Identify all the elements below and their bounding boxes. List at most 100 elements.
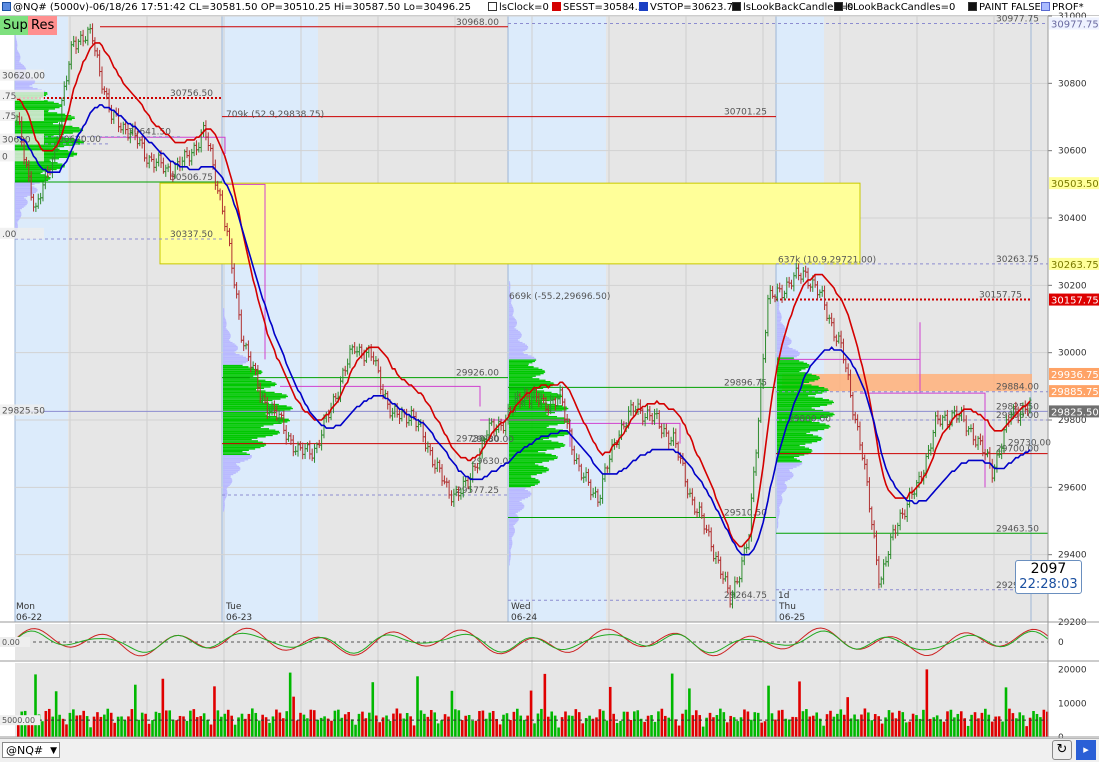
- volume-bar: [987, 714, 991, 737]
- volume-bar: [44, 710, 48, 737]
- volume-bar: [526, 715, 529, 737]
- volume-bar: [781, 709, 784, 737]
- volume-bar: [870, 720, 874, 737]
- volume-bar: [54, 691, 58, 737]
- volume-bar: [767, 685, 770, 737]
- left-label: .00: [2, 230, 17, 240]
- volume-bar: [966, 725, 970, 737]
- volume-bar: [223, 713, 227, 737]
- level-label: 29926.00: [456, 369, 499, 379]
- volume-bar: [849, 718, 853, 737]
- volume-bar: [364, 718, 368, 737]
- scroll-right-icon[interactable]: ▸: [1076, 740, 1096, 760]
- volume-bar: [103, 714, 106, 737]
- volume-bar: [130, 709, 134, 737]
- session-day-label: Tue: [225, 602, 242, 612]
- volume-bar: [423, 713, 426, 737]
- left-label: 30620.00: [2, 72, 45, 82]
- volume-bar: [164, 710, 168, 737]
- volume-bar: [106, 708, 110, 737]
- volume-bar: [619, 720, 622, 737]
- volume-bar: [51, 716, 55, 737]
- volume-bar: [247, 713, 251, 737]
- volume-bar: [158, 712, 161, 737]
- price-badge-label: 30977.75: [1051, 19, 1099, 30]
- volume-bar: [1025, 726, 1028, 737]
- volume-bar: [385, 715, 388, 737]
- price-badge-label: 30263.75: [1051, 260, 1099, 271]
- volume-bar: [488, 712, 492, 737]
- volume-bar: [275, 709, 278, 737]
- volume-bar: [643, 721, 646, 737]
- left-label: 0: [2, 152, 8, 162]
- volume-bar: [660, 708, 664, 737]
- misc-label: 29800.00: [788, 415, 831, 425]
- volume-bar: [536, 713, 540, 737]
- volume-bar: [894, 718, 898, 737]
- symbol-value: @NQ#: [6, 744, 44, 757]
- volume-bar: [787, 719, 791, 737]
- volume-bar: [460, 720, 464, 737]
- volume-bar: [319, 717, 323, 737]
- volume-bar: [75, 715, 79, 737]
- bottom-toolbar: @NQ# ▼: [0, 738, 1099, 762]
- volume-bar: [990, 721, 994, 737]
- volume-bar: [371, 682, 375, 737]
- level-label: 30968.00: [456, 18, 499, 28]
- volume-bar: [471, 720, 474, 737]
- volume-bar: [292, 696, 295, 737]
- volume-bar: [185, 720, 189, 737]
- volume-bar: [808, 716, 812, 737]
- volume-bar: [729, 715, 732, 737]
- volume-bar: [935, 715, 939, 737]
- volume-bar: [254, 712, 258, 737]
- left-label: 29825.50: [2, 406, 45, 416]
- volume-bar: [1015, 718, 1018, 737]
- volume-bar: [636, 710, 640, 737]
- price-chart[interactable]: 30968.00 30977.7530641.5030620.0030756.50…: [0, 0, 1099, 762]
- volume-bar: [454, 709, 457, 737]
- volume-bar: [839, 709, 843, 737]
- volume-bar: [206, 719, 209, 737]
- volume-bar: [343, 714, 347, 737]
- volume-bar: [691, 715, 695, 737]
- misc-label: 29330.00: [471, 435, 514, 445]
- volume-bar: [368, 712, 371, 737]
- volume-bar: [402, 718, 406, 737]
- volume-bar: [213, 686, 216, 737]
- volume-bar: [154, 711, 158, 737]
- level-label: 29884.00: [996, 383, 1039, 393]
- y-tick-label: 30400: [1058, 214, 1087, 224]
- y-tick-label: 29200: [1058, 618, 1087, 628]
- volume-bar: [984, 708, 987, 737]
- volume-bar: [997, 716, 1001, 737]
- volume-bar: [41, 721, 44, 737]
- volume-bar: [333, 710, 337, 737]
- symbol-dropdown[interactable]: @NQ# ▼: [2, 742, 60, 758]
- volume-bar: [863, 708, 867, 737]
- volume-bar: [412, 725, 416, 737]
- volume-bar: [663, 715, 667, 737]
- volume-bar: [598, 709, 602, 737]
- volume-bar: [416, 676, 419, 737]
- volume-bar: [904, 722, 908, 737]
- volume-bar: [440, 720, 443, 737]
- volume-bar: [922, 709, 925, 737]
- resistance-button[interactable]: Res: [28, 16, 58, 35]
- volume-bar: [763, 721, 767, 737]
- volume-bar: [299, 712, 302, 737]
- volume-bar: [1042, 709, 1046, 737]
- level-label: 29463.50: [996, 524, 1039, 534]
- volume-bar: [925, 669, 929, 737]
- volume-bar: [512, 711, 516, 737]
- volume-bar: [698, 715, 702, 737]
- volume-bar: [898, 710, 901, 737]
- volume-bar: [485, 718, 488, 737]
- volume-bar: [946, 711, 949, 737]
- volume-bar: [175, 720, 178, 737]
- refresh-icon[interactable]: ↻: [1052, 740, 1072, 760]
- volume-bar: [361, 711, 364, 737]
- volume-bar: [722, 712, 726, 737]
- profile-label: 637k (10.9,29721.00): [778, 255, 876, 265]
- support-button[interactable]: Sup: [0, 16, 31, 35]
